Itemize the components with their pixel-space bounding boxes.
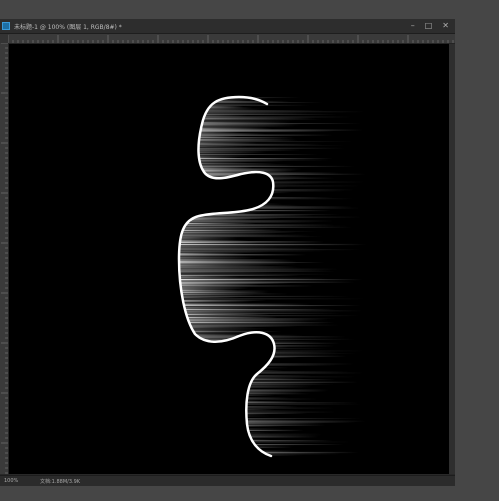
- window-controls: – □ ✕: [411, 20, 449, 32]
- document-window: 未标题-1 @ 100% (图层 1, RGB/8#) * – □ ✕ 100%…: [0, 19, 455, 486]
- maximize-button[interactable]: □: [425, 20, 433, 32]
- ruler-origin[interactable]: [0, 34, 8, 43]
- document-tab[interactable]: 未标题-1 @ 100% (图层 1, RGB/8#) * – □ ✕: [0, 19, 455, 34]
- close-button[interactable]: ✕: [442, 20, 449, 32]
- canvas[interactable]: [9, 44, 449, 474]
- vertical-scrollbar[interactable]: [449, 44, 455, 474]
- minimize-button[interactable]: –: [411, 20, 415, 32]
- artwork: [177, 95, 367, 458]
- horizontal-ruler[interactable]: [8, 34, 455, 44]
- zoom-level[interactable]: 100%: [4, 478, 34, 484]
- status-bar: 100% 文档:1.88M/3.9K: [0, 475, 455, 486]
- document-title: 未标题-1 @ 100% (图层 1, RGB/8#) *: [14, 23, 122, 31]
- document-info[interactable]: 文档:1.88M/3.9K: [40, 478, 80, 485]
- horizontal-ruler-ticks: [8, 35, 454, 43]
- motion-streaks: [179, 97, 367, 456]
- vertical-ruler-ticks: [1, 43, 8, 474]
- photoshop-app-icon: [2, 22, 10, 30]
- vertical-ruler[interactable]: [0, 43, 9, 474]
